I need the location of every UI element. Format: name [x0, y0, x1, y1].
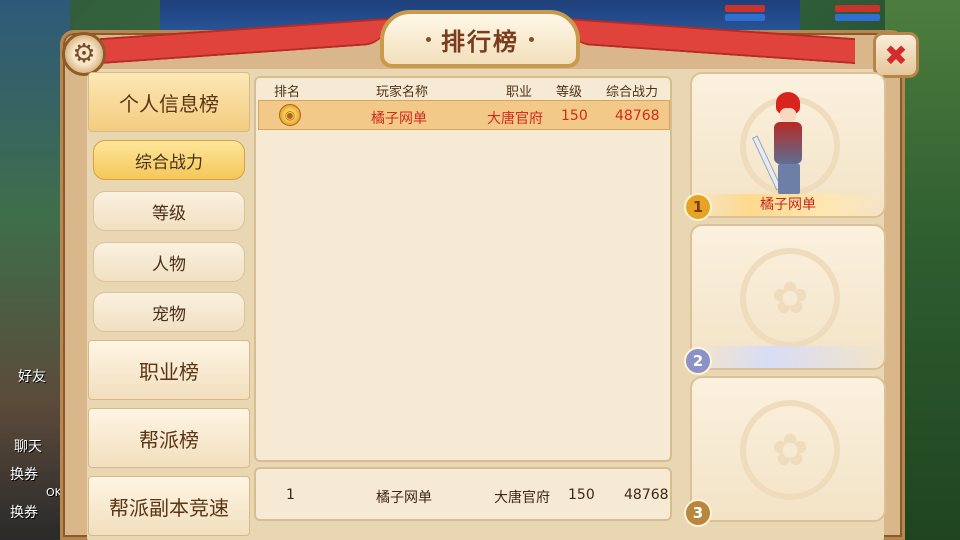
menu-guild-dungeon-ranking[interactable]: 帮派副本竞速	[88, 476, 250, 536]
hud-pet-mp-bar	[835, 14, 880, 21]
title-dot-right	[529, 36, 534, 42]
emblem-icon: ✿	[740, 248, 840, 348]
close-button[interactable]: ✖	[873, 32, 919, 78]
ranking-table: 排名 玩家名称 职业 等级 综合战力 ◉ 橘子网单 大唐官府 150 48768	[254, 76, 672, 462]
top-card-2[interactable]: ✿	[690, 224, 886, 370]
column-power: 综合战力	[606, 85, 659, 100]
menu-guild-ranking[interactable]: 帮派榜	[88, 408, 250, 468]
menu-sub-power[interactable]: 综合战力	[93, 140, 245, 180]
menu-sub-character[interactable]: 人物	[93, 242, 245, 282]
row-level: 150	[561, 108, 588, 124]
chat-button[interactable]: 聊天	[14, 436, 42, 456]
row-power: 48768	[615, 108, 660, 124]
friend-button[interactable]: 好友	[18, 366, 46, 386]
gear-icon: ⚙	[72, 39, 96, 69]
menu-sub-level[interactable]: 等级	[93, 191, 245, 231]
menu-profession-ranking[interactable]: 职业榜	[88, 340, 250, 400]
my-power: 48768	[624, 487, 669, 503]
my-profession: 大唐官府	[494, 490, 550, 506]
column-level: 等级	[556, 85, 583, 100]
top-card-3[interactable]: ✿	[690, 376, 886, 522]
hud-hp-bar	[725, 5, 765, 12]
title-dot-left	[426, 36, 431, 42]
row-profession: 大唐官府	[487, 111, 543, 127]
my-rank: 1	[286, 487, 295, 503]
exchange-label-2: 换券	[10, 505, 38, 521]
settings-button[interactable]: ⚙	[62, 32, 106, 76]
emblem-icon: ✿	[740, 400, 840, 500]
column-rank: 排名	[274, 85, 301, 100]
rank-badge-3: 3	[684, 499, 712, 527]
category-menu: 个人信息榜 综合战力 等级 人物 宠物 职业榜 帮派榜 帮派副本竞速	[88, 72, 250, 540]
exchange-label-1: 换券	[10, 467, 38, 483]
my-rank-bar: 1 橘子网单 大唐官府 150 48768	[254, 467, 672, 521]
top-player-avatar	[752, 92, 816, 200]
column-profession: 职业	[506, 85, 533, 100]
gold-medal-icon: ◉	[279, 104, 301, 126]
table-header: 排名 玩家名称 职业 等级 综合战力	[256, 78, 670, 100]
table-row[interactable]: ◉ 橘子网单 大唐官府 150 48768	[258, 100, 670, 130]
page-title: 排行榜	[441, 27, 519, 56]
rank-badge-2: 2	[684, 347, 712, 375]
row-player-name: 橘子网单	[371, 111, 427, 127]
my-level: 150	[568, 487, 595, 503]
rank-badge-1: 1	[684, 193, 712, 221]
hud-mp-bar	[725, 14, 765, 21]
menu-sub-pet[interactable]: 宠物	[93, 292, 245, 332]
top-card-name	[692, 346, 884, 368]
column-player: 玩家名称	[376, 85, 429, 100]
close-icon: ✖	[884, 38, 908, 72]
menu-personal-ranking[interactable]: 个人信息榜	[88, 72, 250, 132]
title-plaque: 排行榜	[380, 10, 580, 68]
hud-pet-hp-bar	[835, 5, 880, 12]
my-player-name: 橘子网单	[376, 490, 432, 506]
